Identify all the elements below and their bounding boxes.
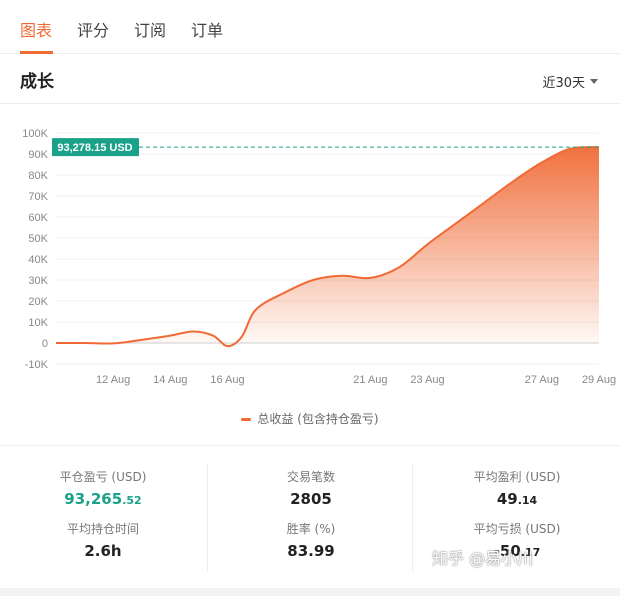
x-tick-label: 16 Aug <box>210 374 244 386</box>
y-tick-label: 90K <box>28 149 48 161</box>
x-tick-label: 12 Aug <box>96 374 130 386</box>
tab-bar: 图表 评分 订阅 订单 <box>0 0 620 54</box>
trades-value: 2805 <box>290 490 332 508</box>
section-title: 成长 <box>20 72 54 92</box>
win-rate-label: 胜率 (%) <box>286 522 336 536</box>
closed-pl-label: 平仓盈亏 (USD) <box>59 470 147 484</box>
x-tick-label: 29 Aug <box>582 374 616 386</box>
y-tick-label: -10K <box>25 359 49 371</box>
legend-swatch <box>241 418 252 421</box>
y-tick-label: 30K <box>28 275 48 287</box>
x-tick-label: 23 Aug <box>410 374 444 386</box>
section-header: 成长 近30天 <box>0 54 620 104</box>
reference-label: 93,278.15 USD <box>57 142 132 154</box>
reference-badge: 93,278.15 USD <box>52 138 139 157</box>
range-dropdown[interactable]: 近30天 <box>542 72 598 91</box>
y-tick-label: 70K <box>28 191 48 203</box>
tab-rating[interactable]: 评分 <box>77 17 109 41</box>
tab-subscribe[interactable]: 订阅 <box>134 17 166 41</box>
x-tick-label: 27 Aug <box>525 374 559 386</box>
avg-loss-label: 平均亏损 (USD) <box>473 522 561 536</box>
chart-area-fill <box>56 147 599 347</box>
hold-time-label: 平均持仓时间 <box>66 522 139 536</box>
y-tick-label: 10K <box>28 317 48 329</box>
y-tick-label: 0 <box>42 338 48 350</box>
hold-time-value: 2.6h <box>84 542 122 560</box>
y-tick-label: 50K <box>28 233 48 245</box>
legend-label: 总收益 (包含持仓盈亏) <box>257 412 379 426</box>
range-label: 近30天 <box>542 76 585 91</box>
y-tick-label: 60K <box>28 212 48 224</box>
y-tick-label: 20K <box>28 296 48 308</box>
trades-label: 交易笔数 <box>286 470 335 484</box>
chart-canvas: 93,278.15 USD 100K 90K 80K 70K 60K 50K 40K 30K 2… <box>22 128 616 386</box>
stats-column-1: 平仓盈亏 (USD) 93,265.52 平均持仓时间 2.6h <box>0 464 206 572</box>
chart-legend: 总收益 (包含持仓盈亏) <box>0 410 620 427</box>
avg-profit-label: 平均盈利 (USD) <box>473 470 561 484</box>
chevron-down-icon <box>590 79 598 84</box>
x-tick-label: 21 Aug <box>353 374 387 386</box>
stats-column-2: 交易笔数 2805 胜率 (%) 83.99 <box>207 464 413 572</box>
win-rate-value: 83.99 <box>287 542 335 560</box>
growth-chart: 93,278.15 USD 100K 90K 80K 70K 60K 50K 40K 30K 2… <box>0 105 620 445</box>
bottom-divider <box>0 588 620 596</box>
y-tick-label: 40K <box>28 254 48 266</box>
watermark: 知乎 @易小川 <box>432 549 534 568</box>
closed-pl-value: 93,265.52 <box>64 490 142 508</box>
y-tick-label: 100K <box>22 128 48 140</box>
y-tick-label: 80K <box>28 170 48 182</box>
avg-profit-value: 49.14 <box>496 490 538 508</box>
tab-chart[interactable]: 图表 <box>20 17 52 41</box>
x-tick-label: 14 Aug <box>153 374 187 386</box>
tab-orders[interactable]: 订单 <box>191 17 223 41</box>
